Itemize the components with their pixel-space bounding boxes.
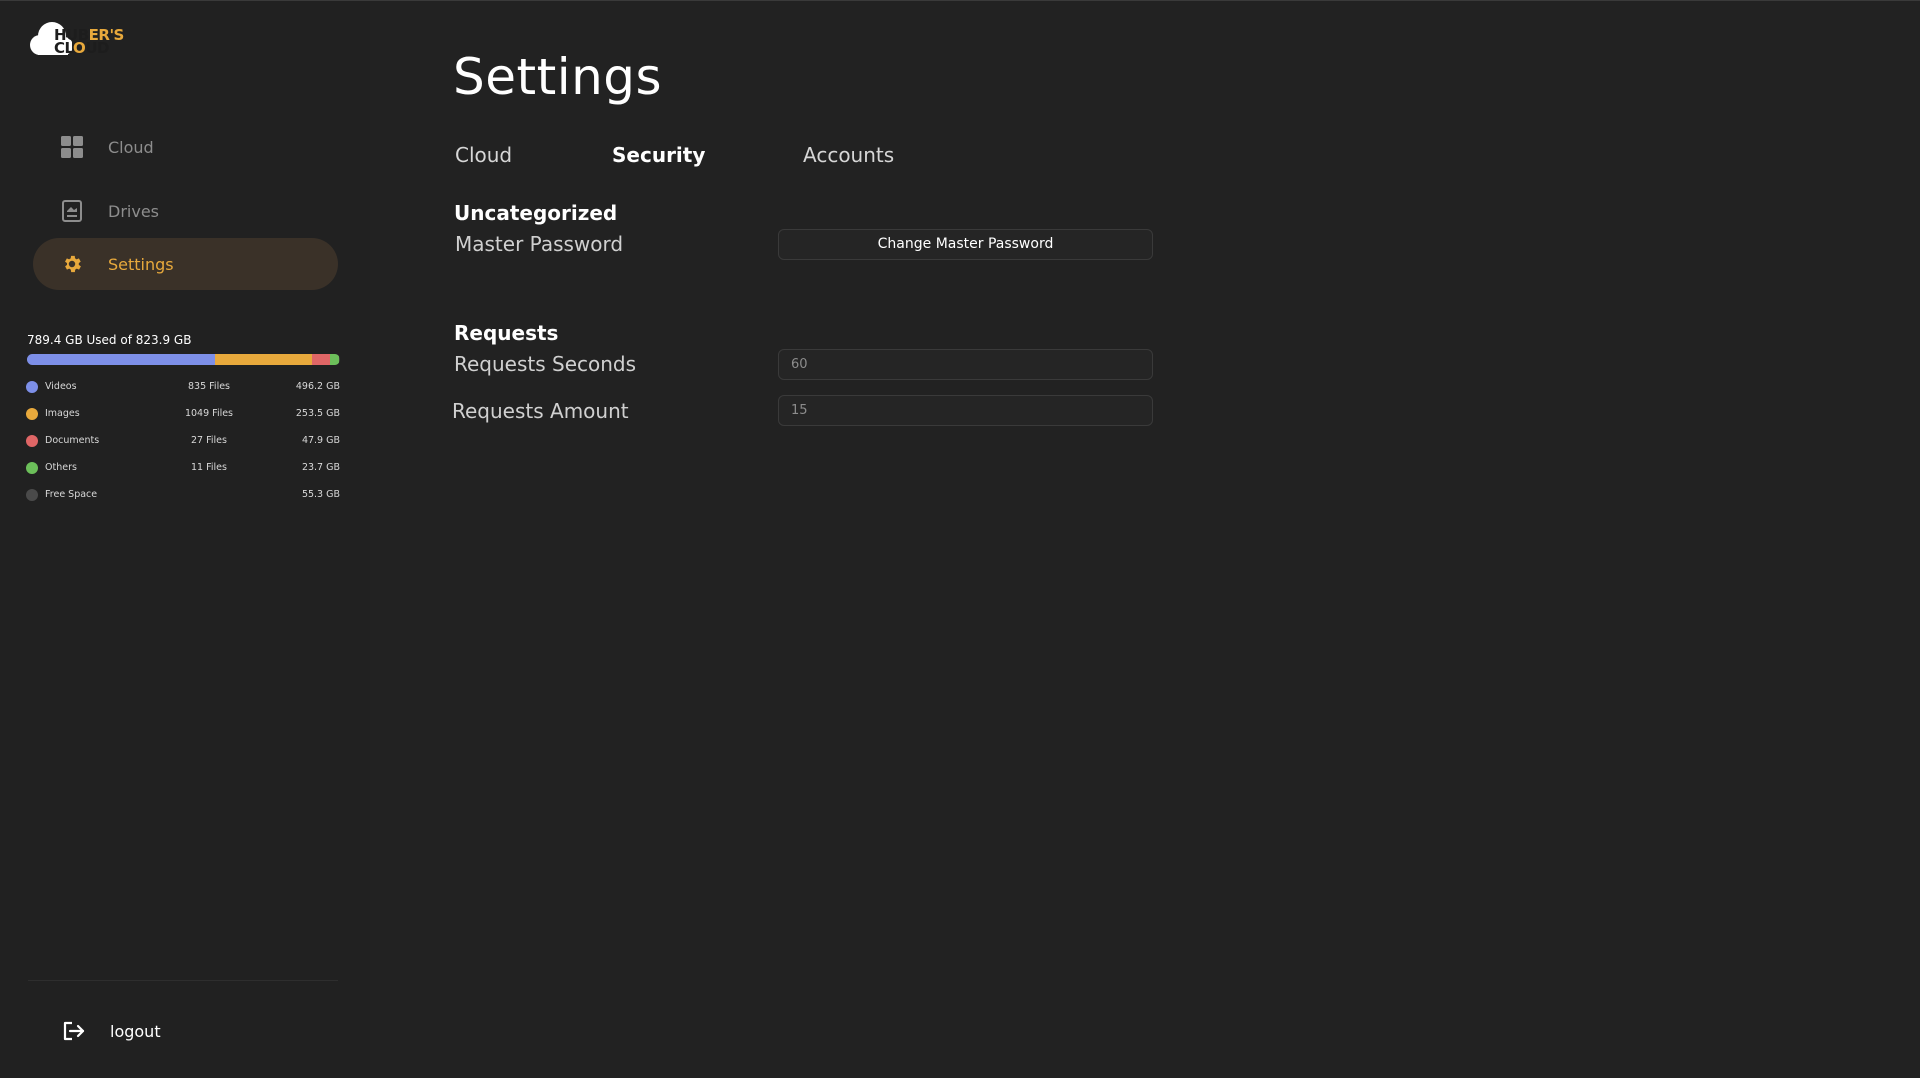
sidebar-item-label: Settings [108, 254, 174, 274]
sidebar-item-label: Drives [108, 201, 159, 221]
app-window: HUBER'S CLOUD Cloud Drives Settings 789.… [0, 0, 1920, 1081]
app-logo[interactable]: HUBER'S CLOUD [28, 19, 128, 61]
legend-color-dot [26, 408, 38, 420]
requests-amount-input[interactable] [778, 395, 1153, 426]
storage-summary: 789.4 GB Used of 823.9 GB [27, 333, 192, 347]
tab-accounts[interactable]: Accounts [803, 143, 894, 167]
storage-usage-bar [27, 354, 340, 365]
sidebar-item-label: Cloud [108, 137, 154, 157]
gear-icon [61, 253, 83, 275]
section-title-uncategorized: Uncategorized [454, 201, 618, 225]
storage-legend-others: Others 11 Files 23.7 GB [26, 461, 340, 475]
legend-files: 27 Files [191, 435, 227, 446]
storage-segment-others [329, 354, 340, 365]
logo-text: HUBER'S CLOUD [54, 28, 124, 56]
section-title-requests: Requests [454, 321, 559, 345]
sidebar-item-drives[interactable]: Drives [33, 185, 338, 237]
sidebar: HUBER'S CLOUD Cloud Drives Settings 789.… [0, 1, 370, 1078]
change-master-password-button[interactable]: Change Master Password [778, 229, 1153, 260]
logout-label: logout [110, 1021, 161, 1041]
requests-seconds-input[interactable] [778, 349, 1153, 380]
sidebar-item-settings[interactable]: Settings [33, 238, 338, 290]
legend-size: 55.3 GB [301, 489, 340, 500]
sidebar-item-cloud[interactable]: Cloud [33, 121, 338, 173]
legend-size: 23.7 GB [301, 462, 340, 473]
storage-legend-images: Images 1049 Files 253.5 GB [26, 407, 340, 421]
legend-name: Videos [45, 381, 77, 392]
legend-files: 11 Files [191, 462, 227, 473]
storage-segment-documents [311, 354, 330, 365]
requests-seconds-label: Requests Seconds [454, 352, 637, 376]
legend-size: 253.5 GB [295, 408, 340, 419]
storage-legend-documents: Documents 27 Files 47.9 GB [26, 434, 340, 448]
legend-name: Images [45, 408, 80, 419]
drive-icon [61, 200, 83, 222]
tab-cloud[interactable]: Cloud [455, 143, 512, 167]
tab-security[interactable]: Security [612, 143, 705, 167]
master-password-label: Master Password [455, 232, 624, 256]
legend-files: 835 Files [188, 381, 230, 392]
logout-icon [62, 1021, 86, 1041]
storage-legend-free-space: Free Space 55.3 GB [26, 488, 340, 502]
legend-size: 47.9 GB [301, 435, 340, 446]
grid-icon [61, 136, 83, 158]
logout-button[interactable]: logout [62, 1018, 161, 1044]
storage-legend-videos: Videos 835 Files 496.2 GB [26, 380, 340, 394]
legend-name: Free Space [45, 489, 98, 500]
storage-segment-images [215, 354, 312, 365]
requests-amount-label: Requests Amount [452, 399, 629, 423]
legend-color-dot [26, 435, 38, 447]
storage-segment-videos [27, 354, 216, 365]
legend-files: 1049 Files [184, 408, 234, 419]
legend-name: Documents [45, 435, 100, 446]
legend-size: 496.2 GB [295, 381, 340, 392]
legend-color-dot [26, 381, 38, 393]
sidebar-divider [28, 980, 338, 981]
legend-color-dot [26, 489, 38, 501]
legend-color-dot [26, 462, 38, 474]
legend-name: Others [45, 462, 77, 473]
page-title: Settings [453, 48, 663, 106]
